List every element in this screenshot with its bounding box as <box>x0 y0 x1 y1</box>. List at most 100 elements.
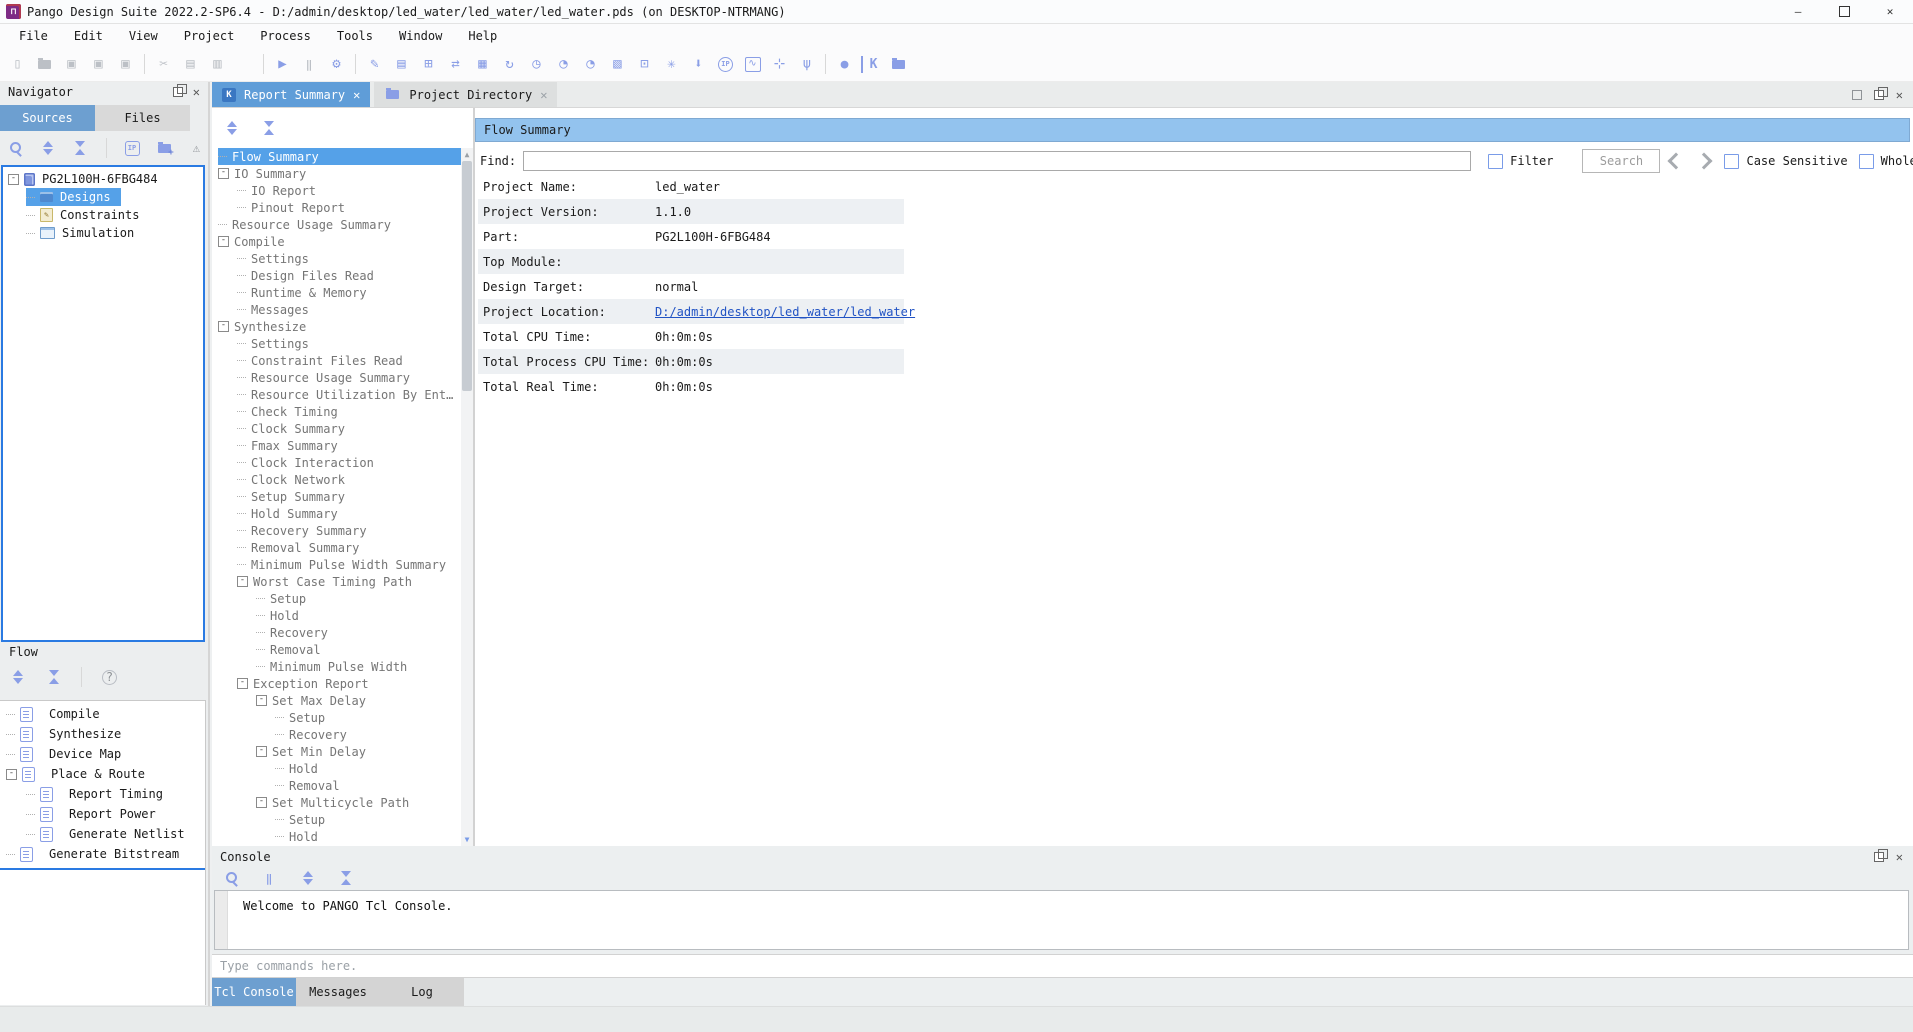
collapse-all-button[interactable] <box>40 664 67 691</box>
collapse-all-button[interactable] <box>332 865 359 892</box>
lightbulb-button[interactable]: ● <box>831 51 858 78</box>
close-pane-icon[interactable]: ✕ <box>1896 88 1903 102</box>
tree-item[interactable]: -Set Min Delay <box>212 743 461 760</box>
tree-item[interactable]: Runtime & Memory <box>212 284 461 301</box>
tree-item[interactable]: -Set Max Delay <box>212 692 461 709</box>
save-button[interactable]: ▣ <box>58 51 85 78</box>
cut-button[interactable]: ✂ <box>150 51 177 78</box>
settings-button[interactable]: ⚙ <box>323 51 350 78</box>
menu-window[interactable]: Window <box>386 27 455 45</box>
console-command-input[interactable] <box>212 954 1913 978</box>
doc-tab-report-summary[interactable]: KReport Summary✕ <box>212 82 370 107</box>
expander-minus-icon[interactable]: - <box>218 168 229 179</box>
tree-item[interactable]: Removal Summary <box>212 539 461 556</box>
tree-item[interactable]: Clock Summary <box>212 420 461 437</box>
tree-item[interactable]: Flow Summary <box>212 148 461 165</box>
tree-item[interactable]: Recovery <box>212 726 461 743</box>
scrollbar-thumb[interactable] <box>462 161 472 391</box>
k-mark-button[interactable]: K <box>858 51 885 78</box>
search-button[interactable]: Search <box>1582 149 1660 173</box>
close-panel-icon[interactable]: ✕ <box>193 85 200 99</box>
tree-item[interactable]: Compile <box>0 704 205 724</box>
tree-item[interactable]: Synthesize <box>0 724 205 744</box>
expander-minus-icon[interactable]: - <box>218 321 229 332</box>
ip-catalog-button[interactable]: IP <box>120 135 143 162</box>
tree-item[interactable]: Setup <box>212 811 461 828</box>
close-console-icon[interactable]: ✕ <box>1896 850 1903 864</box>
tree-item[interactable]: Setup <box>212 709 461 726</box>
tree-item[interactable]: Settings <box>212 250 461 267</box>
tree-item[interactable]: Designs <box>3 188 203 206</box>
tree-item[interactable]: -Synthesize <box>212 318 461 335</box>
circle-download-button[interactable]: ⬇ <box>685 51 712 78</box>
menu-view[interactable]: View <box>116 27 171 45</box>
console-output[interactable]: Welcome to PANGO Tcl Console. <box>214 890 1909 950</box>
tree-item[interactable]: Resource Utilization By Ent… <box>212 386 461 403</box>
doc-chart-button[interactable]: ▧ <box>604 51 631 78</box>
expand-all-button[interactable] <box>218 115 245 142</box>
waveform-viewer-button[interactable]: ∿ <box>739 51 766 78</box>
float-panel-icon[interactable] <box>173 87 183 97</box>
close-tab-icon[interactable]: ✕ <box>540 88 547 102</box>
console-tab-log[interactable]: Log <box>380 978 464 1006</box>
expand-all-button[interactable] <box>36 135 59 162</box>
tree-item[interactable]: Report Power <box>0 804 205 824</box>
tree-item[interactable]: Messages <box>212 301 461 318</box>
scroll-down-icon[interactable]: ▼ <box>465 833 470 846</box>
search-button[interactable] <box>4 135 27 162</box>
menu-project[interactable]: Project <box>171 27 248 45</box>
hierarchy-button[interactable]: ⋔ <box>793 51 820 78</box>
find-input[interactable] <box>523 151 1471 171</box>
pause-button[interactable]: ‖ <box>256 865 283 892</box>
warning-button[interactable]: ⚠ <box>185 135 208 162</box>
bug-button[interactable]: ✳ <box>658 51 685 78</box>
tree-item[interactable]: Hold <box>212 828 461 845</box>
console-tab-messages[interactable]: Messages <box>296 978 380 1006</box>
nav-tab-files[interactable]: Files <box>95 105 190 131</box>
folder-solid-button[interactable] <box>885 51 912 78</box>
tree-item[interactable]: Minimum Pulse Width Summary <box>212 556 461 573</box>
whole-words-checkbox[interactable] <box>1859 154 1874 169</box>
save-all-button[interactable]: ▣ <box>112 51 139 78</box>
nav-tab-sources[interactable]: Sources <box>0 105 95 131</box>
tree-item[interactable]: -Place & Route <box>0 764 205 784</box>
collapse-all-button[interactable] <box>68 135 91 162</box>
expander-minus-icon[interactable]: - <box>256 746 267 757</box>
expand-all-button[interactable] <box>294 865 321 892</box>
pause-button[interactable]: ‖ <box>296 51 323 78</box>
expander-minus-icon[interactable]: - <box>256 695 267 706</box>
chip-debug-button[interactable]: ⊡ <box>631 51 658 78</box>
tree-item[interactable]: Fmax Summary <box>212 437 461 454</box>
filter-checkbox[interactable] <box>1488 154 1503 169</box>
tree-item[interactable]: -Compile <box>212 233 461 250</box>
save-as-button[interactable]: ▣ <box>85 51 112 78</box>
tree-item[interactable]: Removal <box>212 641 461 658</box>
copy-button[interactable]: ▥ <box>204 51 231 78</box>
expander-minus-icon[interactable]: - <box>6 769 17 780</box>
float-pane-icon[interactable] <box>1874 90 1884 100</box>
tree-item[interactable]: -Set Multicycle Path <box>212 794 461 811</box>
add-folder-button[interactable]: + <box>153 135 176 162</box>
tree-item[interactable]: Constraint Files Read <box>212 352 461 369</box>
menu-help[interactable]: Help <box>455 27 510 45</box>
expander-minus-icon[interactable]: - <box>237 678 248 689</box>
tree-item[interactable]: Hold Summary <box>212 505 461 522</box>
find-in-files-button[interactable] <box>231 51 258 78</box>
tree-item[interactable]: Check Timing <box>212 403 461 420</box>
find-next-icon[interactable] <box>1696 153 1713 170</box>
tree-item[interactable]: Removal <box>212 777 461 794</box>
node-add-button[interactable]: ⊹ <box>766 51 793 78</box>
tree-item[interactable]: Generate Netlist <box>0 824 205 844</box>
console-tab-tcl-console[interactable]: Tcl Console <box>212 978 296 1006</box>
tree-item[interactable]: Recovery <box>212 624 461 641</box>
menu-process[interactable]: Process <box>247 27 324 45</box>
run-button[interactable]: ▶ <box>269 51 296 78</box>
expander-minus-icon[interactable]: - <box>8 174 19 185</box>
report-settings-button[interactable]: ▤ <box>388 51 415 78</box>
circle-refresh-button[interactable]: ↻ <box>496 51 523 78</box>
collapse-all-button[interactable] <box>255 115 282 142</box>
paste-button[interactable]: ▤ <box>177 51 204 78</box>
tree-item[interactable]: IO Report <box>212 182 461 199</box>
tree-item[interactable]: -Worst Case Timing Path <box>212 573 461 590</box>
maximize-button[interactable] <box>1821 0 1867 23</box>
